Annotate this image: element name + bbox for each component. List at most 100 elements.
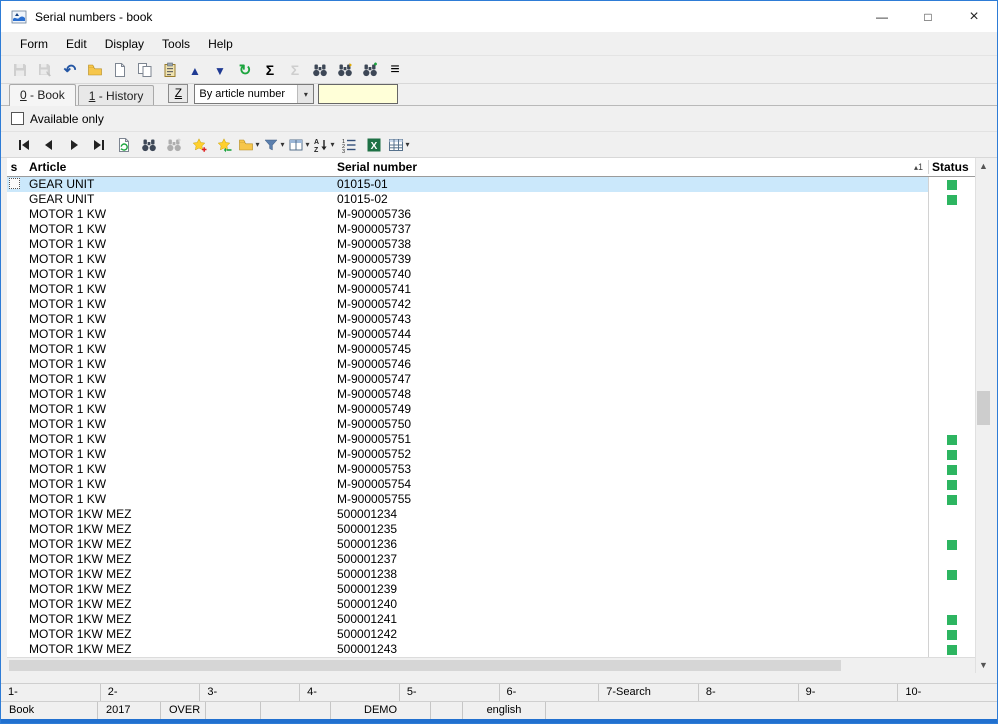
next-record-button[interactable] — [63, 134, 85, 156]
table-row[interactable]: MOTOR 1KW MEZ 500001236 — [7, 537, 975, 552]
fkey-3[interactable]: 3- — [199, 684, 299, 701]
fkey-2[interactable]: 2- — [99, 684, 200, 701]
table-row[interactable]: MOTOR 1 KW M-900005743 — [7, 312, 975, 327]
combo-dropdown-icon[interactable]: ▾ — [297, 85, 314, 103]
table-row[interactable]: MOTOR 1KW MEZ 500001243 — [7, 642, 975, 657]
table-row[interactable]: MOTOR 1KW MEZ 500001240 — [7, 597, 975, 612]
vertical-scrollbar[interactable]: ▲ ▼ — [975, 158, 991, 673]
scroll-down-button[interactable]: ▼ — [976, 657, 991, 673]
open-document-button[interactable]: ▾ — [238, 134, 260, 156]
scroll-up-button[interactable]: ▲ — [976, 158, 991, 174]
find-next-button[interactable] — [334, 59, 356, 81]
last-record-button[interactable] — [88, 134, 110, 156]
horizontal-scrollbar[interactable] — [7, 657, 975, 673]
goto-bookmark-button[interactable] — [213, 134, 235, 156]
sort-button[interactable]: A Z ▾ — [313, 134, 335, 156]
menu-tools[interactable]: Tools — [153, 34, 199, 54]
table-row[interactable]: MOTOR 1 KW M-900005751 — [7, 432, 975, 447]
move-up-button[interactable]: ▲ — [184, 59, 206, 81]
find-dialog-button[interactable] — [359, 59, 381, 81]
dropdown-arrow-icon[interactable]: ▾ — [330, 140, 334, 149]
find-button[interactable] — [138, 134, 160, 156]
table-row[interactable]: GEAR UNIT 01015-01 — [7, 177, 975, 192]
dropdown-arrow-icon[interactable]: ▾ — [255, 140, 259, 149]
undo-button[interactable]: ↶ — [59, 59, 81, 81]
fkey-8[interactable]: 8- — [697, 684, 798, 701]
table-row[interactable]: MOTOR 1KW MEZ 500001235 — [7, 522, 975, 537]
table-row[interactable]: MOTOR 1 KW M-900005752 — [7, 447, 975, 462]
table-row[interactable]: MOTOR 1KW MEZ 500001238 — [7, 567, 975, 582]
fkey-1[interactable]: 1- — [1, 684, 100, 701]
menu-form[interactable]: Form — [11, 34, 57, 54]
fkey-10[interactable]: 10- — [897, 684, 997, 701]
table-row[interactable]: MOTOR 1 KW M-900005749 — [7, 402, 975, 417]
column-header-select[interactable]: s — [7, 160, 21, 174]
tab-history[interactable]: 1 - History — [77, 85, 155, 105]
tab-book[interactable]: 0 - Book — [9, 84, 76, 106]
copy-button[interactable] — [134, 59, 156, 81]
minimize-button[interactable]: — — [859, 1, 905, 32]
dropdown-arrow-icon[interactable]: ▾ — [405, 140, 409, 149]
dropdown-arrow-icon[interactable]: ▾ — [305, 140, 309, 149]
table-row[interactable]: MOTOR 1 KW M-900005748 — [7, 387, 975, 402]
table-row[interactable]: MOTOR 1 KW M-900005739 — [7, 252, 975, 267]
find-button[interactable] — [309, 59, 331, 81]
new-button[interactable] — [109, 59, 131, 81]
close-button[interactable]: × — [951, 1, 997, 32]
table-row[interactable]: MOTOR 1KW MEZ 500001237 — [7, 552, 975, 567]
sort-by-combobox[interactable]: By article number ▾ — [194, 84, 315, 104]
table-row[interactable]: MOTOR 1 KW M-900005755 — [7, 492, 975, 507]
fkey-6[interactable]: 6- — [498, 684, 599, 701]
export-excel-button[interactable]: X — [363, 134, 385, 156]
vscroll-track[interactable] — [976, 174, 991, 657]
menu-button[interactable]: ≡ — [384, 59, 406, 81]
open-button[interactable] — [84, 59, 106, 81]
table-row[interactable]: MOTOR 1KW MEZ 500001239 — [7, 582, 975, 597]
table-row[interactable]: MOTOR 1 KW M-900005753 — [7, 462, 975, 477]
first-record-button[interactable] — [13, 134, 35, 156]
z-button[interactable]: Z — [168, 84, 189, 103]
table-row[interactable]: MOTOR 1 KW M-900005747 — [7, 372, 975, 387]
sum-button[interactable]: Σ — [259, 59, 281, 81]
table-row[interactable]: MOTOR 1KW MEZ 500001242 — [7, 627, 975, 642]
table-row[interactable]: MOTOR 1 KW M-900005738 — [7, 237, 975, 252]
fkey-7[interactable]: 7-Search — [598, 684, 698, 701]
grid-button[interactable]: ▾ — [388, 134, 410, 156]
table-row[interactable]: MOTOR 1 KW M-900005745 — [7, 342, 975, 357]
column-header-status[interactable]: Status — [928, 160, 975, 174]
numbered-list-button[interactable]: 123 — [338, 134, 360, 156]
table-row[interactable]: MOTOR 1KW MEZ 500001234 — [7, 507, 975, 522]
paste-button[interactable] — [159, 59, 181, 81]
add-bookmark-button[interactable] — [188, 134, 210, 156]
refresh-view-button[interactable] — [113, 134, 135, 156]
table-row[interactable]: GEAR UNIT 01015-02 — [7, 192, 975, 207]
available-only-checkbox[interactable] — [11, 112, 24, 125]
move-down-button[interactable]: ▼ — [209, 59, 231, 81]
menu-display[interactable]: Display — [96, 34, 153, 54]
vscroll-thumb[interactable] — [977, 391, 990, 426]
column-header-article[interactable]: Article — [21, 160, 333, 174]
column-header-serial[interactable]: Serial number ▴1 — [333, 160, 928, 174]
table-row[interactable]: MOTOR 1KW MEZ 500001241 — [7, 612, 975, 627]
table-row[interactable]: MOTOR 1 KW M-900005746 — [7, 357, 975, 372]
table-row[interactable]: MOTOR 1 KW M-900005740 — [7, 267, 975, 282]
menu-help[interactable]: Help — [199, 34, 242, 54]
search-input[interactable] — [318, 84, 399, 104]
table-row[interactable]: MOTOR 1 KW M-900005742 — [7, 297, 975, 312]
table-row[interactable]: MOTOR 1 KW M-900005750 — [7, 417, 975, 432]
fkey-5[interactable]: 5- — [398, 684, 499, 701]
maximize-button[interactable]: □ — [905, 1, 951, 32]
table-row[interactable]: MOTOR 1 KW M-900005744 — [7, 327, 975, 342]
menu-edit[interactable]: Edit — [57, 34, 96, 54]
dropdown-arrow-icon[interactable]: ▾ — [280, 140, 284, 149]
table-row[interactable]: MOTOR 1 KW M-900005741 — [7, 282, 975, 297]
table-row[interactable]: MOTOR 1 KW M-900005754 — [7, 477, 975, 492]
fkey-9[interactable]: 9- — [797, 684, 898, 701]
table-row[interactable]: MOTOR 1 KW M-900005737 — [7, 222, 975, 237]
prev-record-button[interactable] — [38, 134, 60, 156]
refresh-button[interactable]: ↻ — [234, 59, 256, 81]
filter-button[interactable]: ▾ — [263, 134, 285, 156]
columns-button[interactable]: ▾ — [288, 134, 310, 156]
table-row[interactable]: MOTOR 1 KW M-900005736 — [7, 207, 975, 222]
fkey-4[interactable]: 4- — [299, 684, 399, 701]
